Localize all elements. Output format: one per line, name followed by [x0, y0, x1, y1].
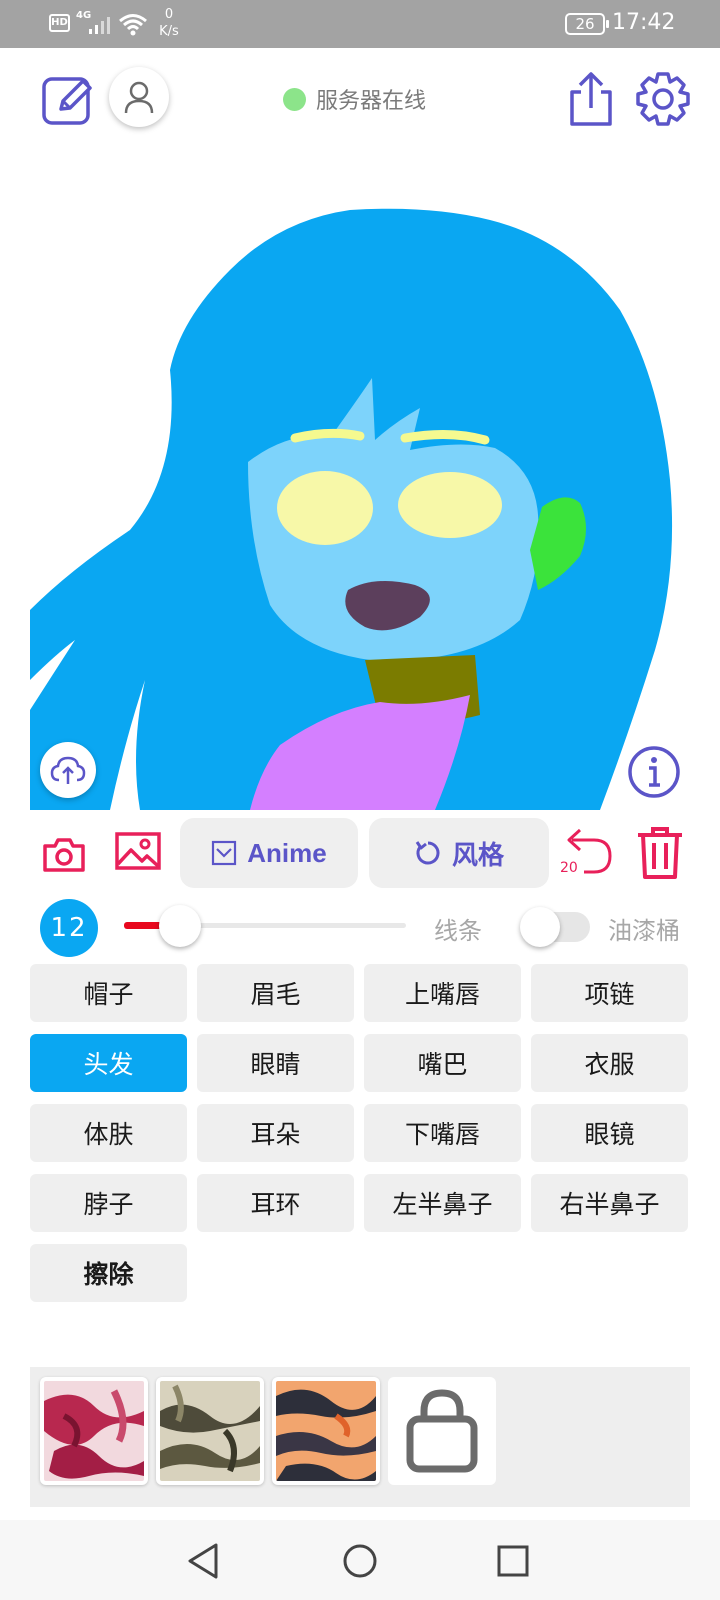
- refresh-icon: [415, 841, 440, 865]
- segmentation-drawing: [30, 208, 673, 810]
- settings-button[interactable]: [634, 70, 692, 128]
- hd-indicator: HD: [49, 14, 70, 32]
- recents-square-icon: [497, 1545, 529, 1577]
- delete-button[interactable]: [634, 824, 686, 882]
- trash-icon: [638, 827, 682, 879]
- paint-bucket-label: 油漆桶: [608, 917, 680, 945]
- cloud-upload-icon: [50, 756, 86, 784]
- camera-icon: [43, 838, 85, 872]
- part-button[interactable]: 耳环: [197, 1174, 354, 1232]
- gallery-button[interactable]: [113, 828, 163, 874]
- orange-swirl-style-image: [276, 1381, 376, 1481]
- back-triangle-icon: [188, 1543, 218, 1579]
- part-button[interactable]: 眼镜: [531, 1104, 688, 1162]
- home-button[interactable]: [337, 1538, 383, 1584]
- style-store-bag[interactable]: [388, 1377, 496, 1485]
- style-button[interactable]: 风格: [369, 818, 549, 888]
- part-button[interactable]: 上嘴唇: [364, 964, 521, 1022]
- back-button[interactable]: [180, 1538, 226, 1584]
- anime-checkbox-icon: [212, 840, 237, 866]
- part-button[interactable]: 耳朵: [197, 1104, 354, 1162]
- part-button[interactable]: 衣服: [531, 1034, 688, 1092]
- gear-icon: [636, 72, 690, 126]
- edit-button[interactable]: [40, 70, 98, 128]
- edit-icon: [42, 77, 92, 125]
- anime-button[interactable]: Anime: [180, 818, 358, 888]
- part-button[interactable]: 帽子: [30, 964, 187, 1022]
- status-bar: HD 4G 0 K/s 26 17:42: [0, 0, 720, 48]
- slider-thumb[interactable]: [159, 905, 202, 947]
- style-label: 风格: [451, 839, 504, 870]
- part-button[interactable]: 下嘴唇: [364, 1104, 521, 1162]
- shopping-bag-icon: [406, 1389, 478, 1473]
- olive-swirl-style-image: [160, 1381, 260, 1481]
- part-button[interactable]: 右半鼻子: [531, 1174, 688, 1232]
- anime-label: Anime: [247, 837, 327, 868]
- server-status: 服务器在线: [283, 84, 426, 114]
- battery-indicator: 26: [565, 13, 609, 35]
- style-thumbnail-orange[interactable]: [272, 1377, 380, 1485]
- profile-button[interactable]: [109, 67, 169, 127]
- drawing-canvas[interactable]: [30, 150, 690, 810]
- recents-button[interactable]: [490, 1538, 536, 1584]
- part-button[interactable]: 左半鼻子: [364, 1174, 521, 1232]
- user-icon: [124, 81, 154, 114]
- part-button[interactable]: 体肤: [30, 1104, 187, 1162]
- info-icon: [628, 746, 680, 798]
- style-thumbnail-red[interactable]: [40, 1377, 148, 1485]
- line-mode-label: 线条: [434, 917, 482, 945]
- part-button[interactable]: 头发: [30, 1034, 187, 1092]
- style-thumbnails-bar: [30, 1367, 690, 1507]
- status-dot: [283, 87, 306, 111]
- part-button[interactable]: 擦除: [30, 1244, 187, 1302]
- red-swirl-style-image: [44, 1381, 144, 1481]
- wifi-icon: [119, 14, 147, 36]
- brush-size-indicator: 12: [40, 899, 98, 957]
- toggle-thumb: [520, 907, 560, 947]
- paint-bucket-toggle[interactable]: [520, 907, 592, 947]
- brush-size-slider[interactable]: [124, 904, 406, 948]
- navigation-bar: [0, 1520, 720, 1600]
- image-icon: [115, 832, 161, 870]
- info-button[interactable]: [627, 745, 681, 799]
- share-button[interactable]: [566, 70, 616, 128]
- cloud-upload-button[interactable]: [40, 742, 96, 798]
- signal-icon: [89, 17, 110, 34]
- part-button[interactable]: 眼睛: [197, 1034, 354, 1092]
- part-button[interactable]: 项链: [531, 964, 688, 1022]
- style-thumbnail-olive[interactable]: [156, 1377, 264, 1485]
- part-button[interactable]: 脖子: [30, 1174, 187, 1232]
- part-button[interactable]: 眉毛: [197, 964, 354, 1022]
- camera-button[interactable]: [40, 832, 88, 876]
- network-speed: 0 K/s: [156, 6, 182, 40]
- undo-count: 20: [560, 860, 578, 876]
- share-icon: [570, 72, 612, 126]
- speed-unit: K/s: [159, 24, 179, 39]
- speed-value: 0: [164, 7, 174, 22]
- clock: 17:42: [612, 10, 676, 35]
- part-button[interactable]: 嘴巴: [364, 1034, 521, 1092]
- home-circle-icon: [343, 1544, 377, 1578]
- face-parts-grid: 帽子 眉毛 上嘴唇 项链头发 眼睛 嘴巴 衣服体肤 耳朵 下嘴唇 眼镜脖子 耳环 左半鼻子 右半鼻子擦除: [30, 964, 690, 1302]
- server-status-text: 服务器在线: [316, 89, 427, 114]
